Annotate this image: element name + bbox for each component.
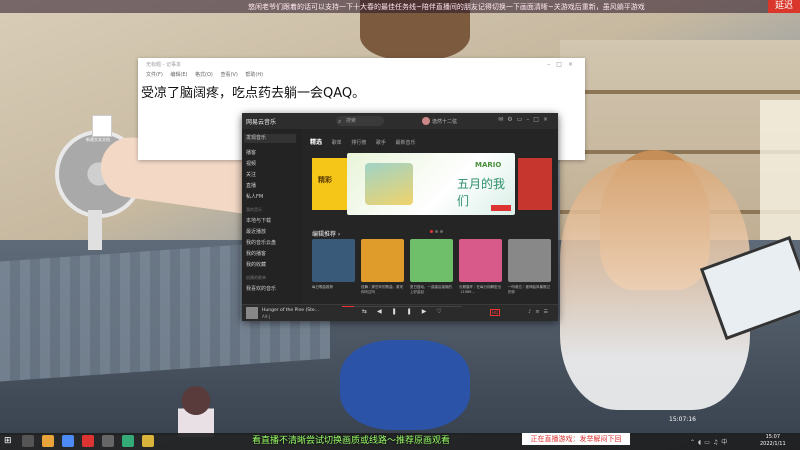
sidebar-item-video[interactable]: 视频 [246, 160, 256, 167]
sidebar-item-local[interactable]: 本地与下载 [246, 217, 271, 224]
carousel-dots[interactable] [430, 218, 450, 233]
browser-icon[interactable] [62, 435, 74, 447]
banner-headline: 五月的我们 [457, 177, 506, 208]
menu-file[interactable]: 文件(F) [146, 72, 163, 78]
menu-help[interactable]: 帮助(H) [245, 72, 263, 78]
system-tray[interactable]: ⌃◖▭♫中 [690, 437, 730, 446]
desktop-file-icon[interactable] [92, 115, 112, 137]
sidebar-section-created: 创建的歌单 [246, 275, 266, 280]
desktop-file-label: 新建文本文档 [86, 137, 110, 142]
stream-overlay-time: 15:07:16 [669, 416, 696, 423]
clock-date: 2022/1/11 [760, 441, 786, 447]
tab-artists[interactable]: 歌手 [376, 140, 386, 146]
tab-charts[interactable]: 排行榜 [351, 140, 366, 146]
music-tabs: 精选 歌单 排行榜 歌手 最新音乐 [310, 137, 423, 146]
wallpaper-fan-stand [88, 210, 102, 250]
tab-playlists[interactable]: 歌单 [332, 140, 342, 146]
sidebar-item-cloud[interactable]: 我的音乐云盘 [246, 239, 276, 246]
window-controls[interactable]: –□× [547, 61, 579, 68]
sidebar-item-podcast[interactable]: 播客 [246, 149, 256, 156]
app-icon[interactable] [102, 435, 114, 447]
playlist-grid: 每日歌曲推荐 炫舞｜那些年的歌曲，原来你听过吗 夏日鼓动，一曲接后接愉的上好曲目… [312, 239, 552, 297]
playlist-caption[interactable]: 夏日鼓动，一曲接后接愉的上好曲目 [410, 285, 453, 295]
sidebar-item-live[interactable]: 直播 [246, 182, 256, 189]
tab-new[interactable]: 最新音乐 [395, 140, 415, 146]
wallpaper-character-shorts [340, 340, 470, 430]
notepad-title: 无标题 - 记事本 [146, 62, 181, 68]
playlist-cover[interactable] [361, 239, 404, 282]
music-header: 网易云音乐 搜索 ⌕ 逸然十二弦 ✉⚙▭–□× [242, 113, 558, 129]
quality-badge[interactable]: HQ [490, 309, 501, 316]
stream-gaming-label: 正在直播游戏：发举解闷下回 [522, 433, 630, 445]
windows-start-icon[interactable]: ⊞ [4, 436, 12, 446]
sidebar-item-recent[interactable]: 最近播放 [246, 228, 266, 235]
wallpaper-window-light [760, 100, 800, 240]
section-title[interactable]: 编辑推荐 › [312, 229, 340, 238]
notepad-text[interactable]: 受凉了脑阔疼，吃点药去躺一会QAQ。 [141, 82, 365, 101]
taskbar-clock[interactable]: 15:07 2022/1/11 [760, 434, 786, 448]
menu-view[interactable]: 查看(V) [220, 72, 237, 78]
playlist-caption[interactable]: 一听难忘｜被神曲风暴擦过的你 [508, 285, 551, 295]
progress-track[interactable] [342, 306, 462, 307]
playlist-cover[interactable] [312, 239, 355, 282]
search-icon: ⌕ [338, 118, 342, 125]
banner-main[interactable]: MARIO 五月的我们 [347, 153, 515, 215]
playlist-caption[interactable]: 长期循环｜在每分钟解密出《1989... [459, 285, 502, 295]
menu-edit[interactable]: 编辑(E) [170, 72, 187, 78]
avatar[interactable] [422, 117, 430, 125]
now-playing-title[interactable]: Hunger of the Pine (Ste... [262, 308, 319, 313]
player-bar: Hunger of the Pine (Ste... Alt-J ⇆◀❚❚▶♡ … [242, 304, 558, 321]
delay-badge: 延迟 [768, 0, 800, 13]
sidebar-section-my-music: 我的音乐 [246, 207, 262, 212]
playlist-cover[interactable] [410, 239, 453, 282]
music-app-name: 网易云音乐 [246, 119, 277, 126]
sidebar-item-follow[interactable]: 关注 [246, 171, 256, 178]
stream-subtitle: 看直播不清晰尝试切换画质或线路～推荐原画观看 [252, 436, 451, 446]
sidebar-item-discover[interactable]: 发现音乐 [244, 134, 296, 143]
stream-top-banner: 悠闲老爷们跟着的话可以支持一下十大春的最佳任务线~陪伴直播间的朋友记得切换一下画… [0, 0, 800, 13]
playback-controls[interactable]: ⇆◀❚❚▶♡ [362, 308, 452, 315]
banner-artwork [365, 163, 413, 205]
banner-carousel[interactable]: 精彩 MARIO 五月的我们 [312, 153, 552, 215]
sidebar-item-fm[interactable]: 私人FM [246, 193, 263, 200]
banner-tag [491, 205, 511, 211]
search-icon[interactable] [22, 435, 34, 447]
music-search-input[interactable]: 搜索 [336, 116, 384, 126]
music-app-icon[interactable] [82, 435, 94, 447]
banner-right[interactable] [518, 158, 552, 210]
music-sidebar: 发现音乐 播客 视频 关注 直播 私人FM 我的音乐 本地与下载 最近播放 我的… [242, 129, 302, 304]
playlist-cover[interactable] [508, 239, 551, 282]
sidebar-item-liked[interactable]: 我喜欢的音乐 [246, 285, 276, 292]
music-header-icons[interactable]: ✉⚙▭–□× [498, 116, 552, 123]
sidebar-item-collection[interactable]: 我的收藏 [246, 261, 266, 268]
tab-featured[interactable]: 精选 [310, 139, 322, 146]
playlist-caption[interactable]: 炫舞｜那些年的歌曲，原来你听过吗 [361, 285, 404, 295]
music-user-name[interactable]: 逸然十二弦 [432, 118, 457, 125]
progress-fill[interactable] [342, 306, 354, 307]
wallpaper-shelf-board [560, 90, 800, 94]
now-playing-cover[interactable] [246, 307, 258, 319]
now-playing-artist[interactable]: Alt-J [262, 314, 270, 319]
sidebar-item-my-podcast[interactable]: 我的播客 [246, 250, 266, 257]
notepad-menu: 文件(F) 编辑(E) 格式(O) 查看(V) 帮助(H) [146, 71, 269, 78]
music-app-window: 网易云音乐 搜索 ⌕ 逸然十二弦 ✉⚙▭–□× 发现音乐 播客 视频 关注 直播… [242, 113, 558, 321]
banner-brand: MARIO [475, 161, 502, 169]
app-icon[interactable] [142, 435, 154, 447]
chibi-avatar [178, 385, 214, 437]
playlist-caption[interactable]: 每日歌曲推荐 [312, 285, 355, 295]
banner-left-text: 精彩 [318, 176, 332, 184]
player-right-icons[interactable]: ♪≡☰ [528, 309, 552, 315]
clock-time: 15:07 [765, 434, 781, 440]
playlist-cover[interactable] [459, 239, 502, 282]
menu-format[interactable]: 格式(O) [195, 72, 213, 78]
app-icon[interactable] [122, 435, 134, 447]
stream-banner-text: 悠闲老爷们跟着的话可以支持一下十大春的最佳任务线~陪伴直播间的朋友记得切换一下画… [248, 3, 645, 11]
folder-icon[interactable] [42, 435, 54, 447]
